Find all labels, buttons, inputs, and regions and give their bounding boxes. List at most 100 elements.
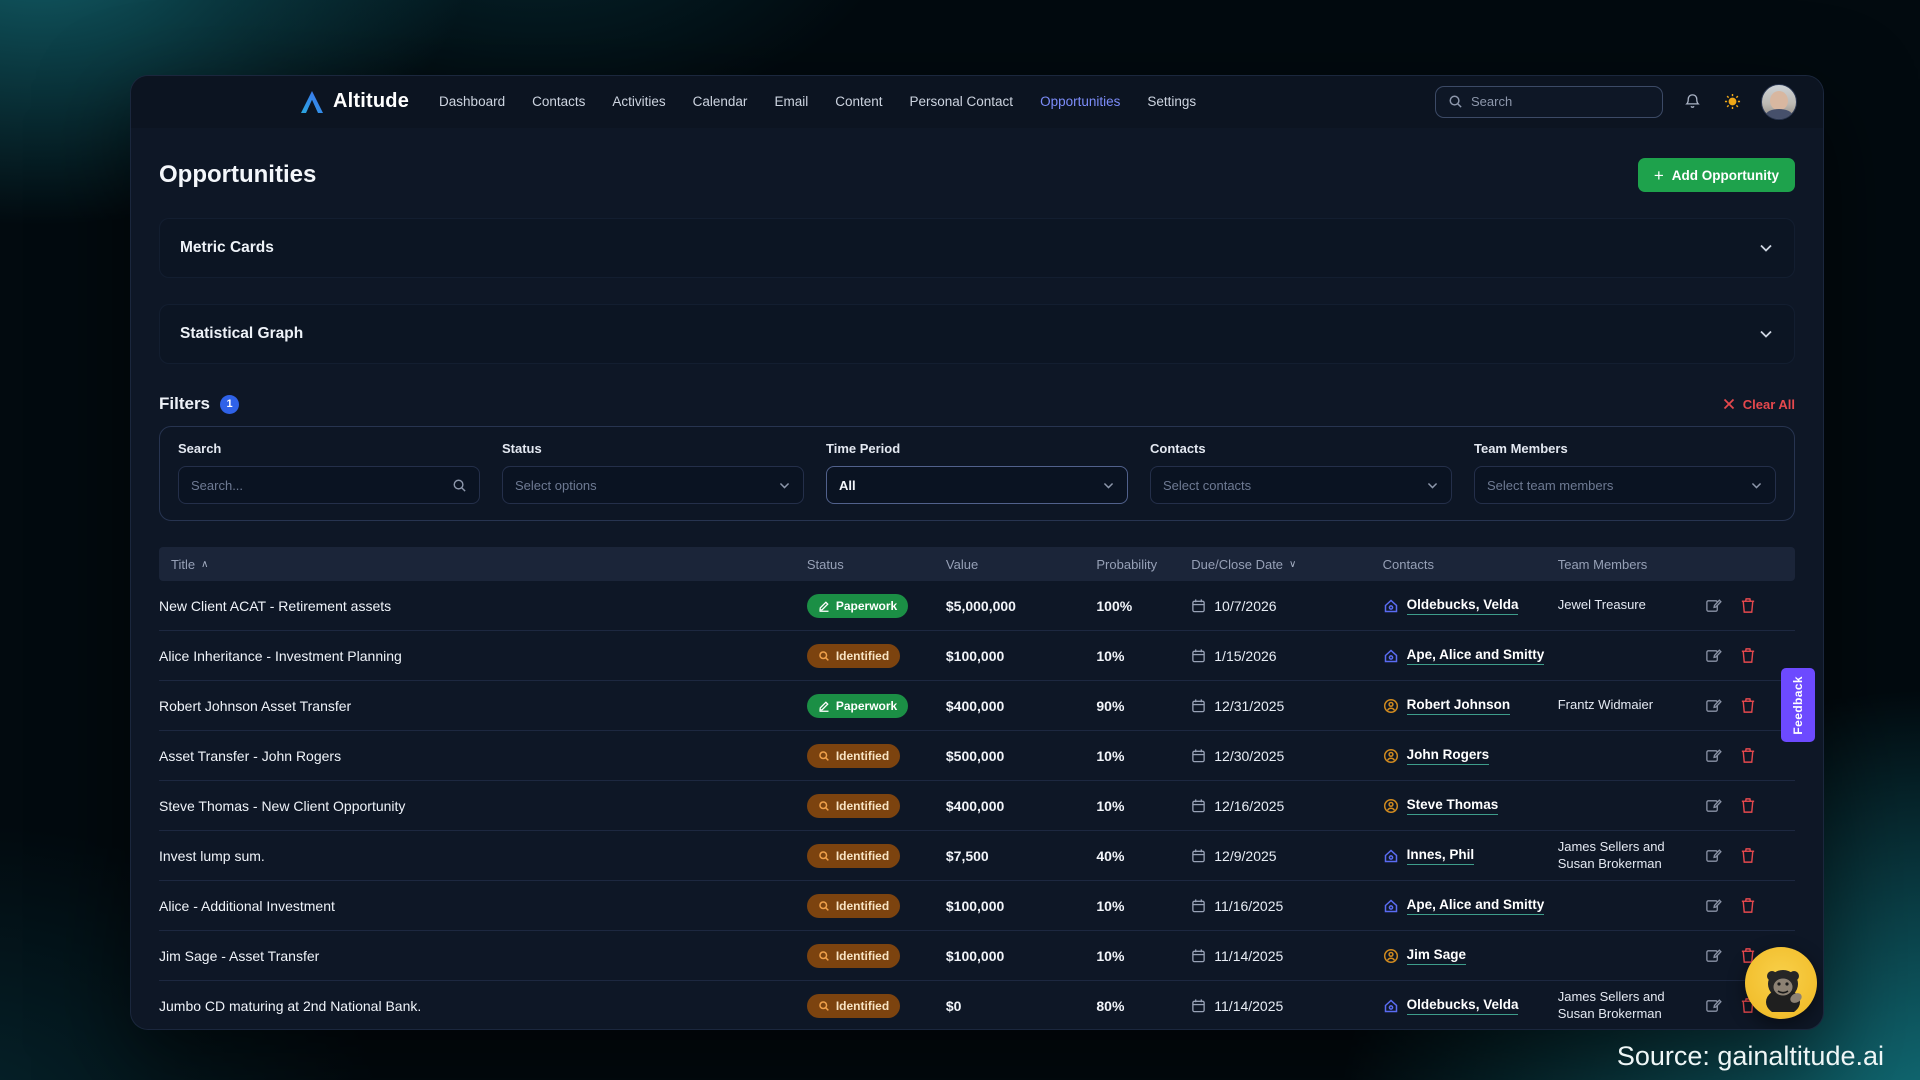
table-row[interactable]: Asset Transfer - John Rogers Identified …	[159, 731, 1795, 781]
nav-item-personal-contact[interactable]: Personal Contact	[910, 94, 1014, 109]
gorilla-chat-widget[interactable]	[1745, 947, 1817, 1019]
edit-button[interactable]	[1705, 697, 1722, 714]
user-avatar[interactable]	[1761, 84, 1797, 120]
team-members: Frantz Widmaier	[1558, 697, 1705, 713]
filter-contacts-select[interactable]: Select contacts	[1150, 466, 1452, 504]
nav-item-calendar[interactable]: Calendar	[693, 94, 748, 109]
status-badge: Identified	[807, 944, 900, 968]
filter-search-label: Search	[178, 441, 480, 456]
top-navbar: Altitude Dashboard Contacts Activities C…	[131, 76, 1823, 128]
calendar-icon	[1191, 698, 1206, 713]
nav-item-opportunities[interactable]: Opportunities	[1040, 94, 1120, 109]
nav-item-email[interactable]: Email	[774, 94, 808, 109]
delete-button[interactable]	[1740, 647, 1756, 664]
due-close-date: 11/14/2025	[1191, 998, 1382, 1014]
edit-button[interactable]	[1705, 897, 1722, 914]
chevron-down-icon[interactable]	[1758, 240, 1774, 256]
clear-all-filters-button[interactable]: Clear All	[1723, 397, 1795, 412]
delete-button[interactable]	[1740, 897, 1756, 914]
status-badge: Identified	[807, 744, 900, 768]
contact-link[interactable]: Oldebucks, Velda	[1407, 997, 1519, 1015]
metric-cards-title: Metric Cards	[180, 239, 274, 257]
opportunity-probability: 10%	[1096, 798, 1191, 814]
calendar-icon	[1191, 798, 1206, 813]
filter-team-members-select[interactable]: Select team members	[1474, 466, 1776, 504]
table-row[interactable]: Jim Sage - Asset Transfer Identified $10…	[159, 931, 1795, 981]
opportunity-probability: 40%	[1096, 848, 1191, 864]
search-status-icon	[818, 950, 830, 962]
edit-button[interactable]	[1705, 647, 1722, 664]
edit-button[interactable]	[1705, 997, 1722, 1014]
metric-cards-section-toggle[interactable]: Metric Cards	[159, 218, 1795, 278]
filter-status-select[interactable]: Select options	[502, 466, 804, 504]
contact-link[interactable]: Ape, Alice and Smitty	[1407, 897, 1545, 915]
nav-item-dashboard[interactable]: Dashboard	[439, 94, 505, 109]
contact-link[interactable]: John Rogers	[1407, 747, 1490, 765]
edit-button[interactable]	[1705, 747, 1722, 764]
feedback-tab[interactable]: Feedback	[1781, 668, 1815, 742]
column-header-title[interactable]: Title∧	[159, 557, 807, 572]
calendar-icon	[1191, 898, 1206, 913]
search-status-icon	[818, 850, 830, 862]
person-icon	[1383, 698, 1399, 714]
edit-button[interactable]	[1705, 797, 1722, 814]
delete-button[interactable]	[1740, 747, 1756, 764]
nav-item-activities[interactable]: Activities	[612, 94, 665, 109]
column-header-value: Value	[946, 557, 1097, 572]
table-row[interactable]: Alice - Additional Investment Identified…	[159, 881, 1795, 931]
table-row[interactable]: New Client ACAT - Retirement assets Pape…	[159, 581, 1795, 631]
column-header-due-close-date[interactable]: Due/Close Date∨	[1191, 557, 1382, 572]
opportunity-title: New Client ACAT - Retirement assets	[159, 598, 807, 614]
filter-search-input[interactable]	[178, 466, 480, 504]
statistical-graph-section-toggle[interactable]: Statistical Graph	[159, 304, 1795, 364]
opportunity-value: $400,000	[946, 698, 1097, 714]
table-row[interactable]: Invest lump sum. Identified $7,500 40%	[159, 831, 1795, 881]
nav-item-content[interactable]: Content	[835, 94, 882, 109]
table-row[interactable]: Jumbo CD maturing at 2nd National Bank. …	[159, 981, 1795, 1030]
edit-button[interactable]	[1705, 597, 1722, 614]
sun-icon	[1724, 93, 1741, 110]
global-search[interactable]	[1435, 86, 1663, 118]
table-row[interactable]: Steve Thomas - New Client Opportunity Id…	[159, 781, 1795, 831]
edit-button[interactable]	[1705, 847, 1722, 864]
opportunity-title: Alice - Additional Investment	[159, 898, 807, 914]
column-header-probability: Probability	[1096, 557, 1191, 572]
table-row[interactable]: Alice Inheritance - Investment Planning …	[159, 631, 1795, 681]
chevron-down-icon[interactable]	[1758, 326, 1774, 342]
search-input[interactable]	[1471, 94, 1650, 109]
household-icon	[1383, 998, 1399, 1014]
contact-link[interactable]: Steve Thomas	[1407, 797, 1499, 815]
delete-button[interactable]	[1740, 697, 1756, 714]
contact-link[interactable]: Innes, Phil	[1407, 847, 1475, 865]
add-opportunity-button[interactable]: + Add Opportunity	[1638, 158, 1795, 192]
theme-toggle-button[interactable]	[1721, 91, 1743, 113]
table-row[interactable]: Robert Johnson Asset Transfer Paperwork …	[159, 681, 1795, 731]
filter-search-field[interactable]	[191, 478, 452, 493]
altitude-logo-icon	[299, 89, 325, 115]
chevron-down-icon	[1102, 479, 1115, 492]
household-icon	[1383, 648, 1399, 664]
contact-link[interactable]: Jim Sage	[1407, 947, 1466, 965]
filter-time-period-select[interactable]: All	[826, 466, 1128, 504]
status-badge: Identified	[807, 794, 900, 818]
contact-link[interactable]: Robert Johnson	[1407, 697, 1511, 715]
delete-button[interactable]	[1740, 847, 1756, 864]
notifications-button[interactable]	[1681, 91, 1703, 113]
nav-item-settings[interactable]: Settings	[1147, 94, 1196, 109]
app-window: Altitude Dashboard Contacts Activities C…	[130, 75, 1824, 1030]
sort-asc-icon: ∧	[201, 559, 208, 570]
due-close-date: 11/14/2025	[1191, 948, 1382, 964]
opportunity-title: Invest lump sum.	[159, 848, 807, 864]
opportunity-probability: 80%	[1096, 998, 1191, 1014]
nav-item-contacts[interactable]: Contacts	[532, 94, 585, 109]
brand-logo[interactable]: Altitude	[299, 89, 409, 115]
search-status-icon	[818, 650, 830, 662]
delete-button[interactable]	[1740, 797, 1756, 814]
delete-button[interactable]	[1740, 597, 1756, 614]
contact-link[interactable]: Ape, Alice and Smitty	[1407, 647, 1545, 665]
contact-link[interactable]: Oldebucks, Velda	[1407, 597, 1519, 615]
search-status-icon	[818, 900, 830, 912]
opportunity-title: Robert Johnson Asset Transfer	[159, 698, 807, 714]
edit-button[interactable]	[1705, 947, 1722, 964]
gorilla-mascot-icon	[1752, 954, 1810, 1012]
